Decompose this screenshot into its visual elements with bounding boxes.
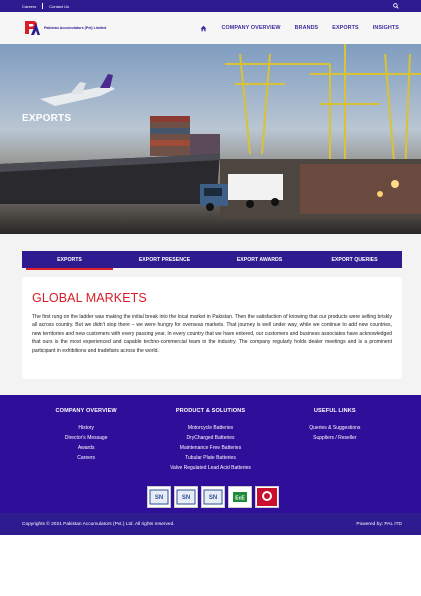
hero-title: EXPORTS [22,113,72,124]
company-logo[interactable]: Pakistan Accumulators (Pvt) Limited [22,18,106,38]
svg-text:SN: SN [182,495,190,501]
footer-link-vrla[interactable]: Valve Regulated Lead Acid Batteries [170,463,251,473]
copyright-text: Copyrights © 2021 Pakistan Accumulators … [22,521,175,527]
top-utility-bar: Careers Contact Us [0,0,421,12]
content-section: GLOBAL MARKETS The first rung on the lad… [0,268,421,396]
hero-banner: EXPORTS [0,44,421,234]
careers-link[interactable]: Careers [22,4,36,9]
home-icon[interactable] [200,25,207,32]
footer-columns: COMPANY OVERVIEW History Director's Mess… [0,408,421,473]
footer-link-queries[interactable]: Queries & Suggestions [309,423,360,433]
logo-mark-icon [25,21,40,35]
powered-by-text: Powered by: PAL ITD [356,521,402,527]
footer-link-directors-message[interactable]: Director's Message [65,433,108,443]
top-links-divider [42,3,44,9]
footer-col-company: COMPANY OVERVIEW History Director's Mess… [24,408,148,473]
content-card: GLOBAL MARKETS The first rung on the lad… [22,277,402,380]
footer-bottom-bar: Copyrights © 2021 Pakistan Accumulators … [0,513,421,536]
tab-export-presence[interactable]: EXPORT PRESENCE [117,251,212,268]
tabs-section: EXPORTS EXPORT PRESENCE EXPORT AWARDS EX… [0,234,421,270]
footer-link-maintenance-free[interactable]: Maintenance Free Batteries [180,443,241,453]
cert-badge-icon: SN [147,486,171,509]
footer-col-products: PRODUCT & SOLUTIONS Motorcycle Batteries… [148,408,272,473]
footer-link-drycharged[interactable]: DryCharged Batteries [186,433,234,443]
footer-col-title: COMPANY OVERVIEW [55,408,117,415]
top-links: Careers Contact Us [22,3,69,9]
footer-link-careers[interactable]: Careers [77,453,95,463]
footer-link-suppliers[interactable]: Suppliers / Reseller [313,433,356,443]
search-icon[interactable] [393,3,399,9]
site-footer: COMPANY OVERVIEW History Director's Mess… [0,395,421,514]
cert-badge-icon [255,486,279,509]
svg-text:SN: SN [155,495,163,501]
svg-text:SN: SN [209,495,217,501]
tab-export-queries[interactable]: EXPORT QUERIES [307,251,402,268]
logo-text: Pakistan Accumulators (Pvt) Limited [44,26,107,30]
footer-col-useful: USEFUL LINKS Queries & Suggestions Suppl… [273,408,397,473]
contact-link[interactable]: Contact Us [49,4,69,9]
export-tabs: EXPORTS EXPORT PRESENCE EXPORT AWARDS EX… [22,251,402,270]
svg-text:EcE: EcE [235,496,245,502]
nav-insights[interactable]: INSIGHTS [373,25,399,31]
footer-col-title: USEFUL LINKS [313,408,356,415]
content-heading: GLOBAL MARKETS [32,291,147,305]
footer-col-title: PRODUCT & SOLUTIONS [175,408,246,415]
nav-brands[interactable]: BRANDS [295,25,319,31]
cert-badge-icon: EcE [228,486,252,509]
hero-illustration [0,44,421,234]
certification-badges: SN SN SN EcE [147,486,279,509]
main-navbar: Pakistan Accumulators (Pvt) Limited COMP… [0,12,421,44]
footer-link-tubular[interactable]: Tubular Plate Batteries [185,453,236,463]
nav-exports[interactable]: EXPORTS [332,25,358,31]
tab-exports[interactable]: EXPORTS [22,251,117,270]
nav-company-overview[interactable]: COMPANY OVERVIEW [221,25,280,31]
footer-link-awards[interactable]: Awards [78,443,95,453]
primary-nav: COMPANY OVERVIEW BRANDS EXPORTS INSIGHTS [200,25,399,32]
footer-link-history[interactable]: History [78,423,94,433]
content-body: The first rung on the ladder was making … [32,314,392,354]
cert-badge-icon: SN [201,486,225,509]
tab-export-awards[interactable]: EXPORT AWARDS [212,251,307,268]
cert-badge-icon: SN [174,486,198,509]
footer-link-motorcycle[interactable]: Motorcycle Batteries [188,423,233,433]
